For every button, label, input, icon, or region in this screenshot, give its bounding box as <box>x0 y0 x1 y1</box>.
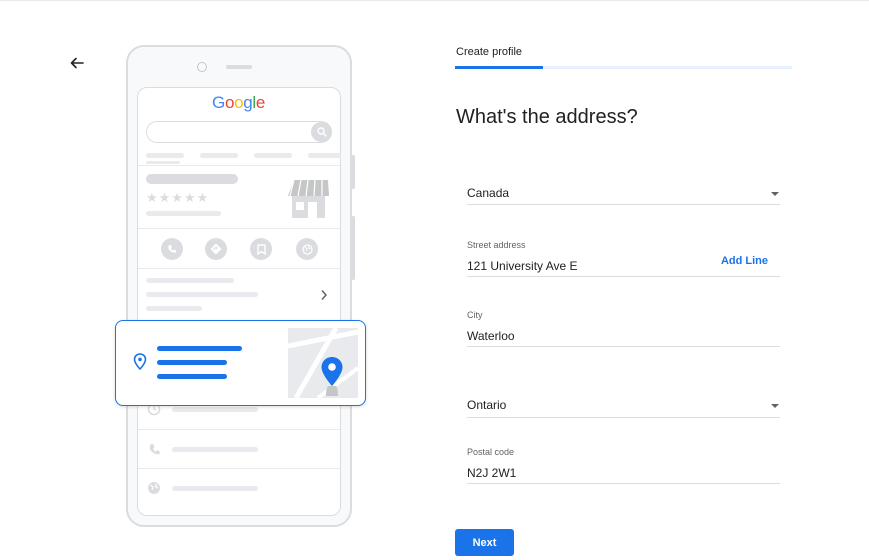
address-line-placeholder <box>157 360 227 365</box>
tab-placeholder <box>200 153 238 158</box>
save-action <box>250 238 272 260</box>
address-line-placeholder <box>157 346 242 351</box>
phone-side-button <box>351 155 355 189</box>
search-icon <box>316 127 327 137</box>
field-underline <box>467 483 780 484</box>
text-placeholder <box>146 306 202 311</box>
phone-side-button <box>351 216 355 280</box>
website-row-icon <box>146 480 162 496</box>
divider <box>138 165 340 166</box>
google-logo: Google <box>212 93 265 113</box>
logo-letter: g <box>243 93 253 112</box>
rating-stars: ★★★★★ <box>146 190 210 205</box>
globe-icon <box>148 482 160 494</box>
city-label: City <box>467 310 483 320</box>
chevron-right-icon <box>321 290 328 300</box>
text-placeholder <box>172 486 258 491</box>
call-action <box>161 238 183 260</box>
logo-letter: e <box>255 93 266 112</box>
back-arrow-icon <box>70 57 84 69</box>
divider <box>138 429 340 430</box>
street-address-field[interactable]: Street address 121 University Ave E Add … <box>467 240 780 278</box>
phone-speaker <box>226 65 252 69</box>
divider <box>138 228 340 229</box>
web-icon <box>301 243 313 255</box>
province-select[interactable]: Ontario <box>467 392 780 418</box>
tab-placeholder <box>308 153 341 158</box>
city-field[interactable]: City Waterloo <box>467 310 780 348</box>
next-button[interactable]: Next <box>455 529 514 556</box>
map-pin-icon <box>321 357 343 386</box>
back-button[interactable] <box>66 52 88 74</box>
map-thumbnail <box>288 328 358 398</box>
address-line-placeholder <box>157 374 227 379</box>
field-underline <box>467 204 780 205</box>
postal-code-value: N2J 2W1 <box>467 466 517 480</box>
directions-icon <box>210 243 222 255</box>
country-value: Canada <box>467 186 510 200</box>
city-value: Waterloo <box>467 329 515 343</box>
location-pin-icon <box>133 353 147 371</box>
field-underline <box>467 417 780 418</box>
divider <box>138 268 340 269</box>
text-placeholder <box>172 407 258 412</box>
field-underline <box>467 276 780 277</box>
logo-letter: G <box>212 93 225 112</box>
website-action <box>296 238 318 260</box>
search-bar-illustration <box>146 121 332 143</box>
storefront-icon <box>288 179 329 218</box>
phone-camera <box>197 62 207 72</box>
province-value: Ontario <box>467 398 507 412</box>
add-line-button[interactable]: Add Line <box>721 255 768 267</box>
text-placeholder <box>146 292 258 297</box>
phone-icon <box>168 245 176 253</box>
phone-icon <box>149 443 160 454</box>
field-underline <box>467 346 780 347</box>
search-button-illustration <box>311 122 332 142</box>
step-label: Create profile <box>456 46 523 58</box>
dropdown-arrow-icon <box>771 192 779 196</box>
text-placeholder <box>172 447 258 452</box>
top-divider <box>0 0 869 1</box>
business-name-placeholder <box>146 174 238 184</box>
progress-fill <box>455 66 543 69</box>
country-select[interactable]: Canada <box>467 180 780 206</box>
postal-code-label: Postal code <box>467 447 515 457</box>
directions-action <box>205 238 227 260</box>
dropdown-arrow-icon <box>771 404 779 408</box>
bookmark-icon <box>256 243 266 255</box>
logo-letter: o <box>224 93 235 112</box>
logo-letter: o <box>234 93 244 112</box>
text-placeholder <box>146 278 234 283</box>
tab-placeholder <box>146 161 180 164</box>
tab-placeholder <box>254 153 292 158</box>
divider <box>138 468 340 469</box>
phone-row-icon <box>146 441 162 457</box>
page-title: What's the address? <box>456 106 638 128</box>
category-placeholder <box>146 211 221 216</box>
street-address-label: Street address <box>467 240 526 250</box>
postal-code-field[interactable]: Postal code N2J 2W1 <box>467 447 780 485</box>
tab-placeholder <box>146 153 184 158</box>
street-address-value: 121 University Ave E <box>467 259 578 273</box>
